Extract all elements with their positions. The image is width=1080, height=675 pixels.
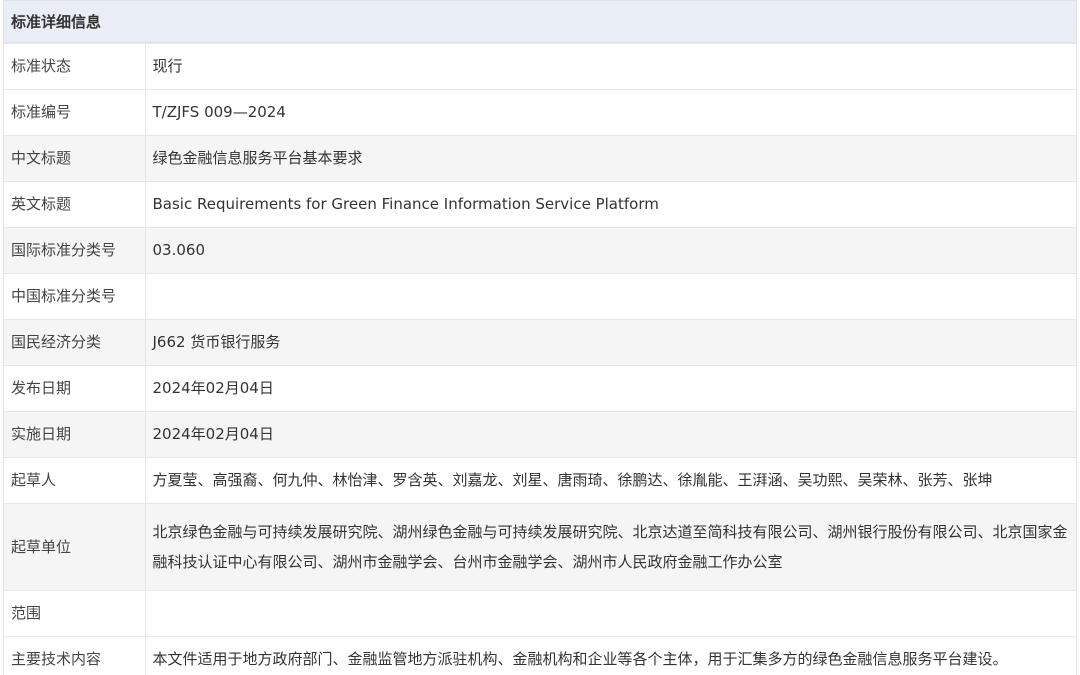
field-value: J662 货币银行服务: [145, 319, 1076, 366]
field-value: [145, 590, 1076, 637]
row-economic-classification: 国民经济分类 J662 货币银行服务: [4, 319, 1076, 366]
field-label: 起草单位: [4, 503, 146, 591]
row-drafters: 起草人 方夏莹、高强裔、何九仲、林怡津、罗含英、刘嘉龙、刘星、唐雨琦、徐鹏达、徐…: [4, 457, 1076, 504]
row-ics-code: 国际标准分类号 03.060: [4, 227, 1076, 274]
field-value: 方夏莹、高强裔、何九仲、林怡津、罗含英、刘嘉龙、刘星、唐雨琦、徐鹏达、徐胤能、王…: [145, 457, 1076, 504]
field-label: 实施日期: [4, 411, 146, 458]
row-main-technical-content: 主要技术内容 本文件适用于地方政府部门、金融监管地方派驻机构、金融机构和企业等各…: [4, 636, 1076, 675]
panel-title: 标准详细信息: [4, 0, 1076, 43]
row-implementation-date: 实施日期 2024年02月04日: [4, 411, 1076, 458]
row-scope: 范围: [4, 590, 1076, 637]
row-status: 标准状态 现行: [4, 43, 1076, 90]
field-value: 2024年02月04日: [145, 365, 1076, 412]
field-label: 标准编号: [4, 89, 146, 136]
field-label: 标准状态: [4, 43, 146, 90]
field-label: 范围: [4, 590, 146, 637]
field-value: T/ZJFS 009—2024: [145, 89, 1076, 136]
row-chinese-title: 中文标题 绿色金融信息服务平台基本要求: [4, 135, 1076, 182]
detail-table: 标准状态 现行 标准编号 T/ZJFS 009—2024 中文标题 绿色金融信息…: [4, 43, 1076, 675]
field-label: 起草人: [4, 457, 146, 504]
field-label: 中文标题: [4, 135, 146, 182]
field-label: 国际标准分类号: [4, 227, 146, 274]
field-value: 本文件适用于地方政府部门、金融监管地方派驻机构、金融机构和企业等各个主体，用于汇…: [145, 636, 1076, 675]
row-drafting-units: 起草单位 北京绿色金融与可持续发展研究院、湖州绿色金融与可持续发展研究院、北京达…: [4, 503, 1076, 591]
field-value: 2024年02月04日: [145, 411, 1076, 458]
field-label: 中国标准分类号: [4, 273, 146, 320]
field-label: 主要技术内容: [4, 636, 146, 675]
standard-detail-panel: 标准详细信息 标准状态 现行 标准编号 T/ZJFS 009—2024 中文标题…: [3, 0, 1077, 675]
row-standard-number: 标准编号 T/ZJFS 009—2024: [4, 89, 1076, 136]
field-label: 国民经济分类: [4, 319, 146, 366]
field-value: 03.060: [145, 227, 1076, 274]
field-value: Basic Requirements for Green Finance Inf…: [145, 181, 1076, 228]
row-ccs-code: 中国标准分类号: [4, 273, 1076, 320]
field-value: [145, 273, 1076, 320]
field-label: 发布日期: [4, 365, 146, 412]
field-value: 绿色金融信息服务平台基本要求: [145, 135, 1076, 182]
row-english-title: 英文标题 Basic Requirements for Green Financ…: [4, 181, 1076, 228]
row-publish-date: 发布日期 2024年02月04日: [4, 365, 1076, 412]
field-value: 北京绿色金融与可持续发展研究院、湖州绿色金融与可持续发展研究院、北京达道至简科技…: [145, 503, 1076, 591]
field-value: 现行: [145, 43, 1076, 90]
field-label: 英文标题: [4, 181, 146, 228]
